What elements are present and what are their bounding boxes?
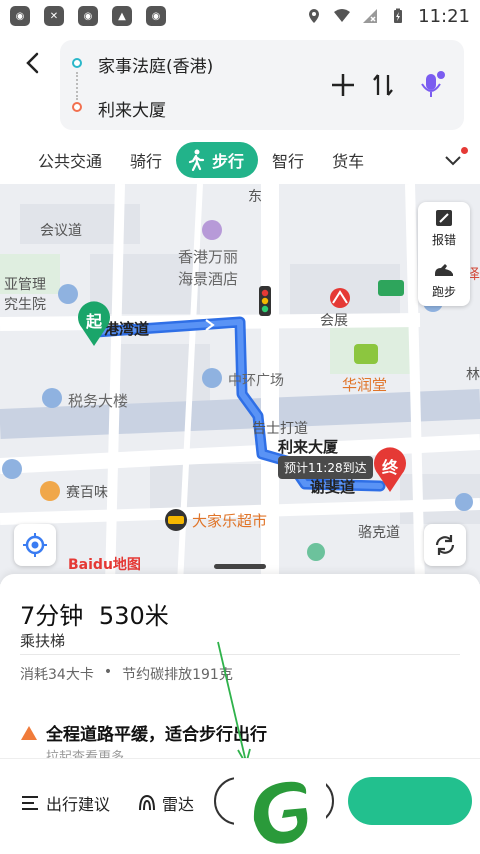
destination-field[interactable]: 利来大厦 [98, 96, 166, 121]
locate-icon [23, 533, 47, 557]
app-notification-icon: ◉ [10, 6, 30, 26]
refresh-icon [435, 535, 455, 555]
app-notification-icon: ◉ [146, 6, 166, 26]
report-error-button[interactable]: 报错 [418, 202, 470, 254]
map-tools-panel: 报错 跑步 [418, 202, 470, 306]
app-notification-icon: ◉ [78, 6, 98, 26]
back-arrow-icon[interactable] [18, 48, 48, 78]
travel-suggestion-label: 出行建议 [46, 795, 111, 814]
no-signal-icon [363, 9, 378, 23]
map-label-jiu-shengyuan: 究生院 [4, 297, 46, 313]
battery-charging-icon [394, 8, 403, 23]
green-leaf-logo-icon [253, 781, 308, 844]
map-label-huiyidao: 会议道 [40, 223, 82, 239]
map-label-renaissance: 香港万丽 [178, 248, 239, 266]
refresh-route-button[interactable] [424, 524, 466, 566]
origin-dot-icon [72, 58, 82, 68]
destination-dot-icon [72, 102, 82, 112]
map-label-revenue-tower: 税务大楼 [68, 392, 129, 410]
sheet-drag-handle[interactable] [214, 564, 266, 569]
map-label-destination-building: 利来大厦 [278, 438, 339, 456]
carbon-text: 节约碳排放191克 [122, 667, 233, 683]
travel-mode-tabs: 公共交通 骑行 步行 智行 货车 [0, 138, 480, 182]
running-label: 跑步 [431, 285, 456, 299]
map-view[interactable]: 东 会议道 亚管理 究生院 香港万丽 海景酒店 港湾道 会展 中环广场 华润堂 … [0, 184, 480, 584]
route-input-panel: 家事法庭(香港) 利来大厦 [60, 40, 464, 130]
map-label-harbour-view: 海景酒店 [178, 270, 239, 288]
tab-truck[interactable]: 货车 [318, 148, 378, 172]
route-subtitle: 乘扶梯 [20, 632, 66, 650]
list-icon [22, 796, 38, 810]
running-shoe-icon [435, 264, 453, 276]
map-label-subway: 赛百味 [66, 485, 108, 501]
add-waypoint-button[interactable] [328, 70, 358, 100]
route-tip: 全程道路平缓，适合步行出行 [20, 720, 267, 745]
route-duration: 7分钟 [20, 602, 84, 630]
walking-person-icon [188, 149, 205, 171]
radar-label: 雷达 [162, 795, 195, 814]
meta-separator: • [103, 664, 113, 680]
image-icon: ▲ [112, 6, 132, 26]
map-label-ya-guanli: 亚管理 [4, 277, 46, 293]
route-connector [76, 72, 78, 100]
tab-walking[interactable]: 步行 [176, 142, 259, 178]
baidu-map-logo: Baidu地图 [68, 557, 141, 573]
start-navigation-button[interactable] [348, 777, 472, 825]
microphone-icon [421, 71, 445, 97]
location-icon [309, 9, 320, 23]
route-tip-text: 全程道路平缓，适合步行出行 [46, 725, 267, 745]
map-label-cafe-de-coral: 大家乐超市 [192, 512, 268, 530]
divider [20, 654, 460, 655]
plus-icon [332, 74, 354, 96]
swap-icon [373, 74, 393, 96]
tab-walking-label: 步行 [212, 152, 245, 171]
clock: 11:21 [418, 5, 470, 27]
start-marker-label: 起 [86, 312, 103, 331]
voice-input-button[interactable] [416, 70, 446, 100]
radar-icon [139, 794, 155, 811]
map-label-huizhan: 会展 [320, 313, 348, 329]
swap-route-button[interactable] [368, 70, 398, 100]
eta-badge: 预计11:28到达 [278, 456, 373, 479]
route-distance: 530米 [98, 602, 169, 630]
map-label-central-plaza: 中环广场 [228, 373, 284, 389]
travel-suggestion-button[interactable]: 出行建议 [20, 791, 110, 815]
tab-smart[interactable]: 智行 [258, 148, 318, 172]
tab-cycling[interactable]: 骑行 [116, 148, 176, 172]
map-label-jaffe-road: 谢斐道 [310, 478, 356, 496]
map-label-gloucester-road: 告士打道 [252, 421, 308, 437]
report-error-label: 报错 [431, 233, 456, 247]
route-meta: 消耗34大卡 • 节约碳排放191克 [20, 664, 233, 684]
close-box-icon: ✕ [44, 6, 64, 26]
calories-text: 消耗34大卡 [20, 667, 94, 683]
origin-field[interactable]: 家事法庭(香港) [98, 52, 213, 77]
notification-dot [461, 147, 468, 154]
watermark-logo [234, 772, 326, 854]
end-marker-label: 终 [382, 458, 399, 477]
status-bar: ◉ ✕ ◉ ▲ ◉ 11:21 [0, 0, 480, 32]
wifi-icon [334, 9, 351, 22]
radar-button[interactable]: 雷达 [138, 791, 194, 815]
more-modes-button[interactable] [440, 147, 468, 173]
running-button[interactable]: 跑步 [418, 254, 470, 306]
tab-public-transit[interactable]: 公共交通 [0, 148, 116, 172]
map-label-huarun: 华润堂 [342, 376, 388, 394]
map-label-lin: 林 [466, 367, 480, 383]
warning-triangle-icon [21, 725, 37, 740]
locate-me-button[interactable] [14, 524, 56, 566]
edit-icon [436, 210, 452, 226]
map-label-lockhart-road: 骆克道 [358, 525, 400, 541]
route-duration-distance: 7分钟 530米 [20, 596, 169, 631]
map-label-dong: 东 [248, 189, 262, 205]
